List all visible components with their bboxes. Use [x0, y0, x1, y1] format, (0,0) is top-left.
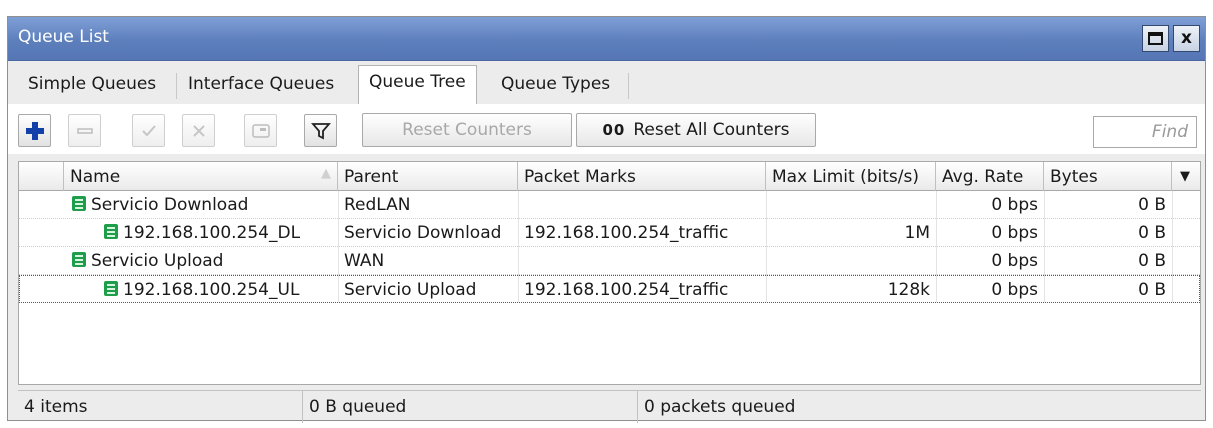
- column-header-name[interactable]: Name ▲: [64, 162, 338, 191]
- reset-all-counters-button[interactable]: 00 Reset All Counters: [576, 113, 816, 147]
- status-bytes-queued: 0 B queued: [303, 391, 638, 423]
- cell-bytes: 0 B: [1138, 195, 1166, 215]
- sort-ascending-icon: ▲: [321, 166, 331, 181]
- disable-button[interactable]: [182, 114, 215, 147]
- column-menu-icon[interactable]: ▼: [1170, 162, 1200, 191]
- cell-packet-marks: [524, 191, 764, 218]
- cell-name: Servicio Upload: [71, 247, 336, 274]
- disable-icon: [192, 124, 205, 137]
- queue-list-window: Queue List x Simple Queues Interface Que…: [7, 16, 1206, 423]
- queue-icon: [104, 224, 118, 239]
- reset-counters-button[interactable]: Reset Counters: [362, 113, 572, 147]
- cell-max-limit: [766, 247, 936, 274]
- tab-bar: Simple Queues Interface Queues Queue Tre…: [8, 61, 1205, 105]
- queue-tree-table: Name ▲ Parent Packet Marks Max Limit (bi…: [18, 161, 1201, 385]
- cell-max-limit: 1M: [904, 223, 930, 243]
- cell-avg-rate: 0 bps: [991, 195, 1038, 215]
- table-row[interactable]: 192.168.100.254_DL Servicio Download 192…: [19, 219, 1200, 247]
- cell-packet-marks: 192.168.100.254_traffic: [524, 223, 729, 243]
- remove-icon: [76, 127, 93, 134]
- filter-icon: [310, 122, 331, 139]
- cell-parent: Servicio Download: [344, 223, 502, 243]
- cell-bytes: 0 B: [1138, 223, 1166, 243]
- cell-max-limit: [766, 191, 936, 218]
- status-bar: 4 items 0 B queued 0 packets queued: [18, 390, 1201, 423]
- cell-bytes: 0 B: [1138, 280, 1166, 300]
- column-header-packet-marks[interactable]: Packet Marks: [518, 162, 766, 191]
- comment-icon: [251, 123, 270, 138]
- cell-avg-rate: 0 bps: [991, 251, 1038, 271]
- find-input[interactable]: [1093, 116, 1197, 148]
- status-item-count: 4 items: [18, 391, 303, 423]
- table-row-selected[interactable]: 192.168.100.254_UL Servicio Upload 192.1…: [19, 275, 1200, 303]
- close-icon[interactable]: x: [1173, 25, 1200, 52]
- cell-avg-rate: 0 bps: [991, 223, 1038, 243]
- tab-simple-queues[interactable]: Simple Queues: [18, 68, 166, 103]
- cell-parent: Servicio Upload: [344, 280, 477, 300]
- remove-button[interactable]: [68, 114, 101, 147]
- queue-icon: [72, 196, 86, 211]
- cell-name: 192.168.100.254_UL: [103, 276, 336, 303]
- title-bar[interactable]: Queue List x: [8, 17, 1205, 61]
- cell-packet-marks: [524, 247, 764, 274]
- tab-queue-types[interactable]: Queue Types: [491, 68, 620, 103]
- cell-packet-marks: 192.168.100.254_traffic: [524, 280, 729, 300]
- cell-name: Servicio Download: [71, 191, 336, 218]
- column-header-avg-rate[interactable]: Avg. Rate: [936, 162, 1044, 191]
- reset-all-counters-label: Reset All Counters: [633, 120, 790, 140]
- column-header-max-limit[interactable]: Max Limit (bits/s): [766, 162, 936, 191]
- window-title: Queue List: [18, 27, 109, 47]
- cell-parent: RedLAN: [344, 195, 411, 215]
- tab-queue-tree[interactable]: Queue Tree: [358, 65, 477, 105]
- enable-icon: [141, 124, 156, 136]
- comment-button[interactable]: [244, 114, 277, 147]
- column-header-parent[interactable]: Parent: [338, 162, 518, 191]
- enable-button[interactable]: [132, 114, 165, 147]
- cell-name: 192.168.100.254_DL: [103, 219, 336, 246]
- queue-icon: [72, 252, 86, 267]
- table-row[interactable]: Servicio Download RedLAN 0 bps 0 B: [19, 191, 1200, 219]
- status-packets-queued: 0 packets queued: [644, 397, 796, 417]
- tab-interface-queues[interactable]: Interface Queues: [178, 68, 344, 103]
- table-header: Name ▲ Parent Packet Marks Max Limit (bi…: [19, 162, 1200, 191]
- add-button[interactable]: [18, 114, 51, 147]
- filter-button[interactable]: [304, 114, 337, 147]
- cell-parent: WAN: [344, 251, 385, 271]
- cell-max-limit: 128k: [887, 280, 930, 300]
- add-icon: [25, 121, 44, 140]
- column-header-bytes[interactable]: Bytes: [1044, 162, 1172, 191]
- column-header-select[interactable]: [19, 162, 64, 191]
- reset-all-icon: 00: [602, 121, 626, 139]
- toolbar: Reset Counters 00 Reset All Counters: [8, 104, 1205, 154]
- table-row[interactable]: Servicio Upload WAN 0 bps 0 B: [19, 247, 1200, 275]
- queue-icon: [104, 281, 118, 296]
- cell-bytes: 0 B: [1138, 251, 1166, 271]
- restore-icon[interactable]: [1142, 25, 1169, 52]
- cell-avg-rate: 0 bps: [991, 280, 1038, 300]
